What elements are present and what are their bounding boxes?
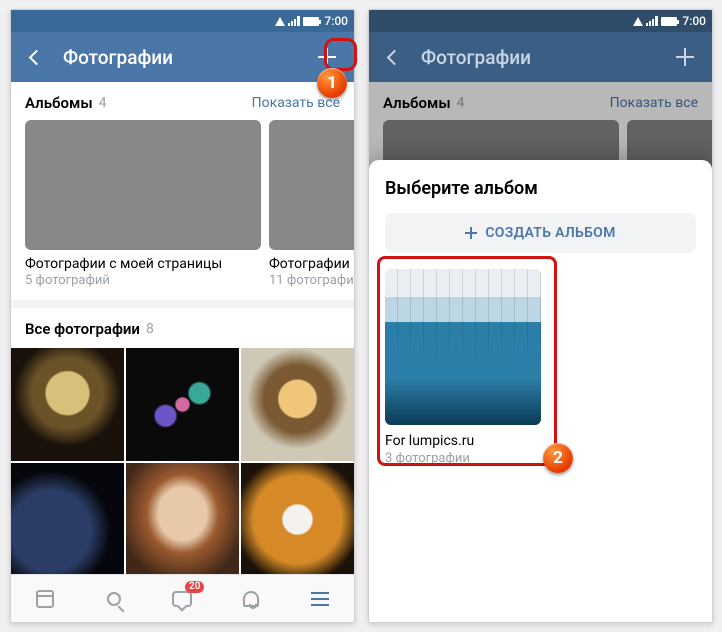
albums-label: Альбомы [383,94,451,112]
nav-menu[interactable] [307,586,333,612]
arrow-left-icon [28,49,44,65]
photo-cell[interactable] [11,348,124,461]
album-name: Фотографии на м [269,256,354,272]
album-thumbnail [25,120,261,250]
feed-icon [36,590,54,608]
album-count: 5 фотографий [25,273,261,288]
show-all-link: Показать все [610,95,698,111]
network-icon [275,17,285,26]
clock: 7:00 [324,14,348,28]
nav-search[interactable] [101,586,127,612]
app-toolbar-dimmed: Фотографии [369,32,712,82]
album-name: Фотографии с моей страницы [25,256,261,272]
plus-icon [465,227,477,239]
albums-count: 4 [99,95,107,111]
albums-header: Альбомы 4 Показать все [11,82,354,120]
status-bar: 7:00 [11,10,354,32]
messages-icon [172,591,192,607]
nav-feed[interactable] [32,586,58,612]
section-divider [11,300,354,308]
bell-icon [243,591,259,607]
album-name: For lumpics.ru [385,433,541,449]
arrow-left-icon [386,49,402,65]
nav-messages[interactable]: 20 [169,586,195,612]
album-card[interactable]: Фотографии с моей страницы 5 фотографий [25,120,261,288]
app-toolbar: Фотографии [11,32,354,82]
all-photos-header: Все фотографии 8 [11,308,354,346]
show-all-link[interactable]: Показать все [252,95,340,111]
add-button[interactable] [672,44,698,70]
albums-label: Альбомы [25,94,93,112]
create-album-button[interactable]: СОЗДАТЬ АЛЬБОМ [385,213,696,253]
page-title: Фотографии [421,46,656,69]
phone-screen-album-picker: 7:00 Фотографии Альбомы 4 Показать все [368,9,713,623]
status-bar: 7:00 [369,10,712,32]
all-photos-count: 8 [146,321,154,337]
create-album-label: СОЗДАТЬ АЛЬБОМ [485,225,615,241]
photo-cell[interactable] [241,348,354,461]
album-option[interactable]: For lumpics.ru 3 фотографии [385,269,541,466]
nav-notifications[interactable] [238,586,264,612]
albums-header: Альбомы 4 Показать все [369,82,712,120]
sheet-title: Выберите альбом [385,178,696,199]
all-photos-label: Все фотографии [25,320,140,338]
signal-icon [288,16,300,26]
messages-badge: 20 [185,581,204,593]
battery-icon [303,17,319,26]
page-title: Фотографии [63,46,298,69]
photo-cell[interactable] [11,463,124,574]
photo-grid [11,346,354,574]
album-picker-sheet: Выберите альбом СОЗДАТЬ АЛЬБОМ For lumpi… [369,160,712,622]
bottom-nav: 20 [11,574,354,622]
albums-count: 4 [457,95,465,111]
album-thumbnail [385,269,541,425]
battery-icon [661,17,677,26]
photo-cell[interactable] [126,348,239,461]
plus-icon [318,48,336,66]
album-card[interactable]: Фотографии на м 11 фотографий [269,120,354,288]
network-icon [633,17,643,26]
phone-screen-photos: 7:00 Фотографии Альбомы 4 Показать все Ф… [10,9,355,623]
signal-icon [646,16,658,26]
content: Альбомы 4 Показать все Фотографии с моей… [11,82,354,574]
albums-row[interactable]: Фотографии с моей страницы 5 фотографий … [11,120,354,288]
album-count: 11 фотографий [269,273,354,288]
back-button[interactable] [383,46,405,68]
album-thumbnail [269,120,354,250]
photo-cell[interactable] [241,463,354,574]
back-button[interactable] [25,46,47,68]
album-count: 3 фотографии [385,451,541,466]
add-button[interactable] [314,44,340,70]
search-icon [107,592,121,606]
plus-icon [676,48,694,66]
photo-cell[interactable] [126,463,239,574]
clock: 7:00 [682,14,706,28]
